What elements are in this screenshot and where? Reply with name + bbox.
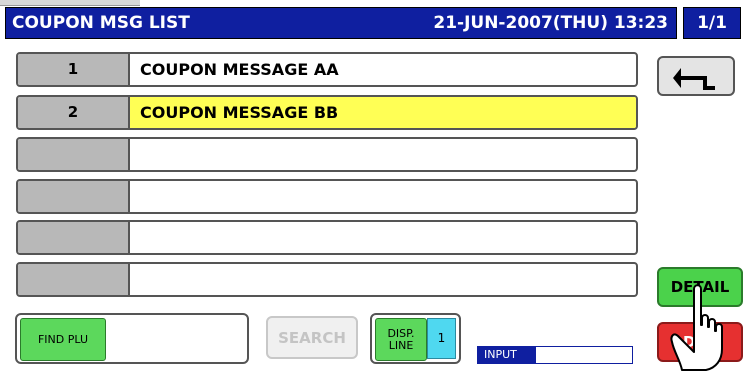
message-row[interactable] [16, 262, 638, 297]
message-row[interactable] [16, 179, 638, 214]
display-line-value: 1 [427, 318, 456, 359]
back-button[interactable] [657, 56, 735, 96]
message-row[interactable] [16, 220, 638, 255]
input-field[interactable]: INPUT [477, 346, 633, 364]
row-number [18, 139, 130, 170]
row-message: COUPON MESSAGE BB [130, 97, 636, 128]
row-number [18, 181, 130, 212]
screen-title: COUPON MSG LIST [12, 13, 190, 33]
find-plu-label[interactable]: FIND PLU [20, 318, 106, 361]
page-indicator: 1/1 [683, 7, 741, 39]
pointing-hand-icon [670, 284, 723, 371]
date-time: 21-JUN-2007(THU) 13:23 [433, 13, 668, 33]
row-message [130, 139, 636, 170]
row-message: COUPON MESSAGE AA [140, 60, 339, 79]
message-row[interactable] [16, 137, 638, 172]
message-row-selected[interactable]: 2 COUPON MESSAGE BB [16, 95, 638, 130]
find-plu-field[interactable]: FIND PLU [15, 313, 249, 364]
row-message [130, 264, 636, 295]
previous-text-fragment [0, 0, 140, 6]
row-message [130, 222, 636, 253]
row-message [130, 181, 636, 212]
input-label: INPUT [478, 347, 536, 363]
search-button[interactable]: SEARCH [266, 316, 358, 359]
row-number [18, 264, 130, 295]
display-line-control[interactable]: DISP. LINE 1 [370, 313, 461, 364]
row-number: 2 [18, 97, 130, 128]
message-row[interactable]: 1 COUPON MESSAGE AA [16, 52, 638, 87]
row-number [18, 222, 130, 253]
return-arrow-icon [673, 68, 715, 90]
row-number: 1 [18, 54, 130, 85]
display-line-label[interactable]: DISP. LINE [375, 318, 427, 361]
title-bar: COUPON MSG LIST 21-JUN-2007(THU) 13:23 [5, 7, 677, 39]
